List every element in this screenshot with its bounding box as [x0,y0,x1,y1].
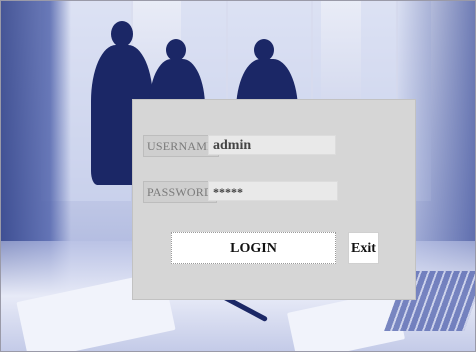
person-head [254,39,274,61]
login-button[interactable]: LOGIN [171,232,336,264]
person-head [111,21,133,47]
exit-button[interactable]: Exit [348,232,379,264]
username-input[interactable]: admin [208,135,336,155]
login-dialog: USERNAME admin PASSWORD ***** LOGIN Exit [132,99,416,300]
password-input[interactable]: ***** [208,181,338,201]
login-window: USERNAME admin PASSWORD ***** LOGIN Exit [0,0,476,352]
password-label: PASSWORD [143,181,217,203]
person-head [166,39,186,61]
